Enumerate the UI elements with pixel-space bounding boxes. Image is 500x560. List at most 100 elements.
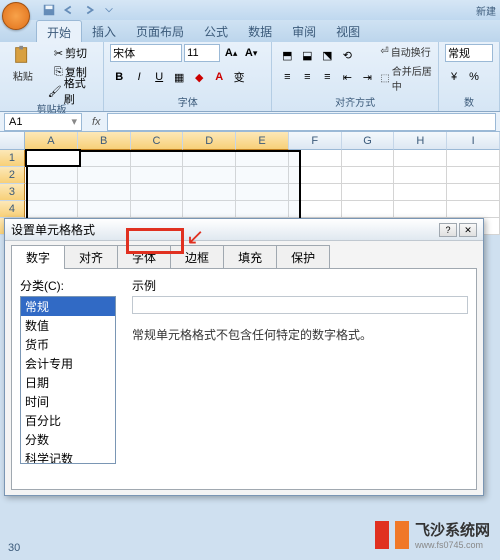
format-painter-button[interactable]: 🖌格式刷	[44, 82, 97, 100]
cat-item[interactable]: 货币	[21, 335, 115, 354]
group-number: ¥ % 数	[439, 42, 500, 111]
indent-increase-button[interactable]: ⇥	[358, 68, 376, 86]
wrap-icon: ⏎	[380, 46, 388, 57]
tab-insert[interactable]: 插入	[82, 20, 126, 42]
qat-more-icon[interactable]	[102, 3, 116, 17]
tab-protection[interactable]: 保护	[276, 245, 330, 269]
watermark-title: 飞沙系统网	[415, 519, 490, 540]
tab-font[interactable]: 字体	[117, 245, 171, 269]
col-header[interactable]: E	[236, 132, 289, 150]
formula-bar: A1▾ fx	[0, 112, 500, 132]
font-name-select[interactable]	[110, 44, 182, 62]
currency-button[interactable]: ¥	[445, 68, 463, 86]
watermark: 飞沙系统网 www.fs0745.com	[375, 519, 490, 550]
cat-item[interactable]: 日期	[21, 373, 115, 392]
cut-button[interactable]: ✂剪切	[44, 44, 97, 62]
paste-icon	[12, 44, 34, 66]
select-all-corner[interactable]	[0, 132, 25, 150]
group-label-number: 数	[445, 93, 493, 109]
group-alignment: ⬒ ⬓ ⬔ ⟲ ≡ ≡ ≡ ⇤ ⇥ ⏎自动换行 ⬚合并后居中 对齐方式	[272, 42, 439, 111]
cat-item[interactable]: 常规	[21, 297, 115, 316]
row-header[interactable]: 2	[0, 167, 25, 184]
tab-border[interactable]: 边框	[170, 245, 224, 269]
align-center-button[interactable]: ≡	[298, 68, 316, 86]
col-header[interactable]: I	[447, 132, 500, 150]
col-header[interactable]: C	[131, 132, 184, 150]
dialog-titlebar[interactable]: 设置单元格格式 ? ✕	[5, 219, 483, 241]
col-header[interactable]: G	[342, 132, 395, 150]
orientation-button[interactable]: ⟲	[338, 46, 356, 64]
underline-button[interactable]: U	[150, 68, 168, 86]
chevron-down-icon: ▾	[71, 115, 77, 128]
indent-decrease-button[interactable]: ⇤	[338, 68, 356, 86]
row-header[interactable]: 1	[0, 150, 25, 167]
brush-icon: 🖌	[48, 85, 62, 98]
fill-color-button[interactable]: ◆	[190, 68, 208, 86]
copy-icon: ⎘	[54, 66, 63, 79]
align-bottom-button[interactable]: ⬔	[318, 46, 336, 64]
wrap-text-button[interactable]: ⏎自动换行	[380, 44, 432, 59]
col-header[interactable]: B	[78, 132, 131, 150]
tab-review[interactable]: 审阅	[282, 20, 326, 42]
font-size-select[interactable]	[184, 44, 220, 62]
group-label-align: 对齐方式	[278, 93, 432, 109]
shrink-font-button[interactable]: A▾	[242, 44, 260, 62]
percent-button[interactable]: %	[465, 68, 483, 86]
col-header[interactable]: D	[183, 132, 236, 150]
tab-home[interactable]: 开始	[36, 20, 82, 42]
col-header[interactable]: A	[25, 132, 78, 150]
tab-view[interactable]: 视图	[326, 20, 370, 42]
cat-item[interactable]: 百分比	[21, 411, 115, 430]
tab-alignment[interactable]: 对齐	[64, 245, 118, 269]
ribbon: 粘贴 ✂剪切 ⎘复制 🖌格式刷 剪贴板 A▴ A▾ B I U ▦ ◆	[0, 42, 500, 112]
office-button[interactable]	[2, 2, 38, 30]
bold-button[interactable]: B	[110, 68, 128, 86]
number-format-select[interactable]	[445, 44, 493, 62]
align-top-button[interactable]: ⬒	[278, 46, 296, 64]
category-list[interactable]: 常规 数值 货币 会计专用 日期 时间 百分比 分数 科学记数 文本 特殊 自定…	[20, 296, 116, 464]
redo-icon[interactable]	[82, 3, 96, 17]
help-button[interactable]: ?	[439, 223, 457, 237]
cat-item[interactable]: 时间	[21, 392, 115, 411]
fx-icon[interactable]: fx	[86, 116, 107, 128]
row-header[interactable]: 30	[8, 542, 20, 554]
group-label-font: 字体	[110, 93, 265, 109]
tab-layout[interactable]: 页面布局	[126, 20, 194, 42]
cat-item[interactable]: 科学记数	[21, 449, 115, 464]
save-icon[interactable]	[42, 3, 56, 17]
tab-fill[interactable]: 填充	[223, 245, 277, 269]
group-font: A▴ A▾ B I U ▦ ◆ A 变 字体	[104, 42, 272, 111]
cat-item[interactable]: 分数	[21, 430, 115, 449]
italic-button[interactable]: I	[130, 68, 148, 86]
grow-font-button[interactable]: A▴	[222, 44, 240, 62]
group-clipboard: 粘贴 ✂剪切 ⎘复制 🖌格式刷 剪贴板	[0, 42, 104, 111]
align-right-button[interactable]: ≡	[318, 68, 336, 86]
tab-number[interactable]: 数字	[11, 245, 65, 269]
row-header[interactable]: 3	[0, 184, 25, 201]
merge-icon: ⬚	[380, 73, 389, 84]
align-middle-button[interactable]: ⬓	[298, 46, 316, 64]
quick-access-toolbar	[42, 3, 116, 17]
close-button[interactable]: ✕	[459, 223, 477, 237]
row-header[interactable]: 4	[0, 201, 25, 218]
tab-formulas[interactable]: 公式	[194, 20, 238, 42]
tab-data[interactable]: 数据	[238, 20, 282, 42]
watermark-bar	[395, 521, 409, 549]
formula-input[interactable]	[107, 113, 496, 131]
example-label: 示例	[132, 279, 156, 293]
cat-item[interactable]: 数值	[21, 316, 115, 335]
phonetic-button[interactable]: 变	[230, 68, 248, 86]
paste-button[interactable]: 粘贴	[6, 44, 40, 83]
align-left-button[interactable]: ≡	[278, 68, 296, 86]
example-preview	[132, 296, 468, 314]
border-button[interactable]: ▦	[170, 68, 188, 86]
ribbon-tabs: 开始 插入 页面布局 公式 数据 审阅 视图	[0, 20, 500, 42]
cat-item[interactable]: 会计专用	[21, 354, 115, 373]
cut-icon: ✂	[54, 47, 63, 60]
col-header[interactable]: H	[394, 132, 447, 150]
undo-icon[interactable]	[62, 3, 76, 17]
merge-center-button[interactable]: ⬚合并后居中	[380, 63, 432, 93]
col-header[interactable]: F	[289, 132, 342, 150]
font-color-button[interactable]: A	[210, 68, 228, 86]
name-box[interactable]: A1▾	[4, 113, 82, 131]
